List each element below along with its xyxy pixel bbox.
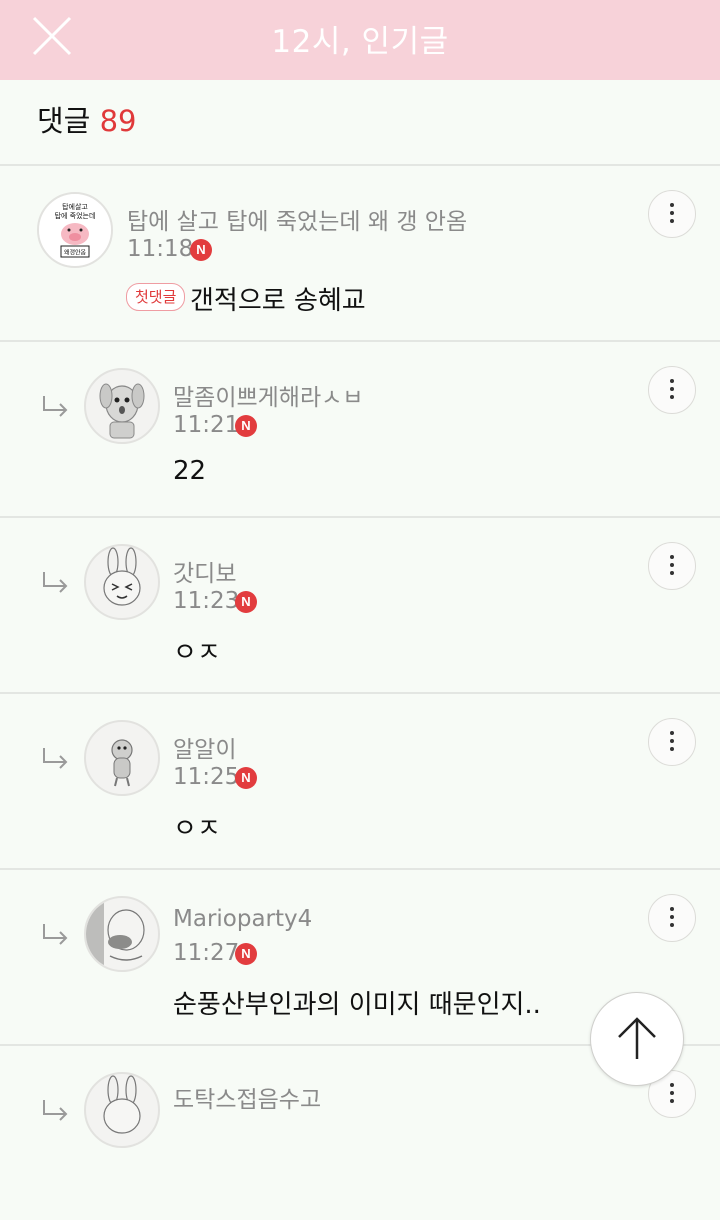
reply-arrow-icon [43,748,68,769]
page-title: 12시, 인기글 [271,24,449,60]
reply-arrow-icon [43,924,68,945]
more-options-button[interactable] [648,894,696,942]
comment-time: 11:18 [127,236,194,262]
avatar[interactable]: 탑에살고 탑에 죽었는데 왜갱안옴 [37,192,113,268]
comment-count-row: 댓글 89 [0,80,720,166]
comment-author[interactable]: 알알이 [173,730,236,764]
reply-arrow-icon [43,572,68,593]
new-badge: N [235,591,257,613]
comment-text: 갠적으로 송혜교 [190,286,366,316]
comment-item: 탑에살고 탑에 죽었는데 왜갱안옴 탑에 살고 탑에 죽었는데 왜 갱 안옴 1… [0,166,720,342]
comment-author[interactable]: Marioparty4 [173,906,312,932]
top-bar: 12시, 인기글 [0,0,720,80]
reply-arrow-icon [43,1100,68,1121]
bald-character-avatar-icon [86,898,145,970]
new-badge: N [190,239,212,261]
comment-count-number: 89 [99,104,137,138]
comment-count-label: 댓글 [37,104,91,138]
comment-time: 11:25 [173,764,240,790]
scroll-to-top-button[interactable] [590,992,684,1086]
avatar-sticker-text-1: 탑에살고 [62,202,88,211]
comment-text: 순풍산부인과의 이미지 때문인지.. [173,990,541,1020]
avatar[interactable] [84,544,160,620]
reply-arrow-icon [43,396,68,417]
comment-count: 댓글 89 [37,98,137,140]
reply-item: 갓디보 11:23 N ㅇㅈ [0,518,720,694]
more-options-button[interactable] [648,366,696,414]
comment-author[interactable]: 도탁스접음수고 [173,1080,321,1114]
reply-item: 말좀이쁘게해라ㅅㅂ 11:21 N 22 [0,342,720,518]
more-options-button[interactable] [648,718,696,766]
rabbit-character-avatar-icon [103,1075,141,1134]
reply-item: 알알이 11:25 N ㅇㅈ [0,694,720,870]
rabbit-character-avatar-icon [103,547,141,606]
avatar-sticker-text-3: 왜갱안옴 [64,249,87,257]
comment-text: 22 [173,456,207,486]
comment-time: 11:21 [173,412,240,438]
comment-text: ㅇㅈ [173,638,221,668]
avatar[interactable] [84,896,160,972]
pig-sticker-avatar-icon: 탑에살고 탑에 죽었는데 왜갱안옴 [39,194,111,266]
comment-time: 11:27 [173,940,240,966]
character-avatar-icon [111,739,133,787]
avatar[interactable] [84,1072,160,1148]
new-badge: N [235,943,257,965]
comment-author[interactable]: 갓디보 [173,554,236,588]
first-comment-badge: 첫댓글 [126,283,186,311]
more-options-button[interactable] [648,542,696,590]
more-options-button[interactable] [648,190,696,238]
comment-author[interactable]: 탑에 살고 탑에 죽었는데 왜 갱 안옴 [127,202,467,236]
dog-character-avatar-icon [99,383,145,439]
avatar-sticker-text-2: 탑에 죽었는데 [55,211,96,220]
avatar[interactable] [84,720,160,796]
new-badge: N [235,767,257,789]
arrow-up-icon [618,1017,656,1059]
avatar[interactable] [84,368,160,444]
new-badge: N [235,415,257,437]
comment-text: ㅇㅈ [173,814,221,844]
comment-author[interactable]: 말좀이쁘게해라ㅅㅂ [173,378,363,412]
comment-time: 11:23 [173,588,240,614]
